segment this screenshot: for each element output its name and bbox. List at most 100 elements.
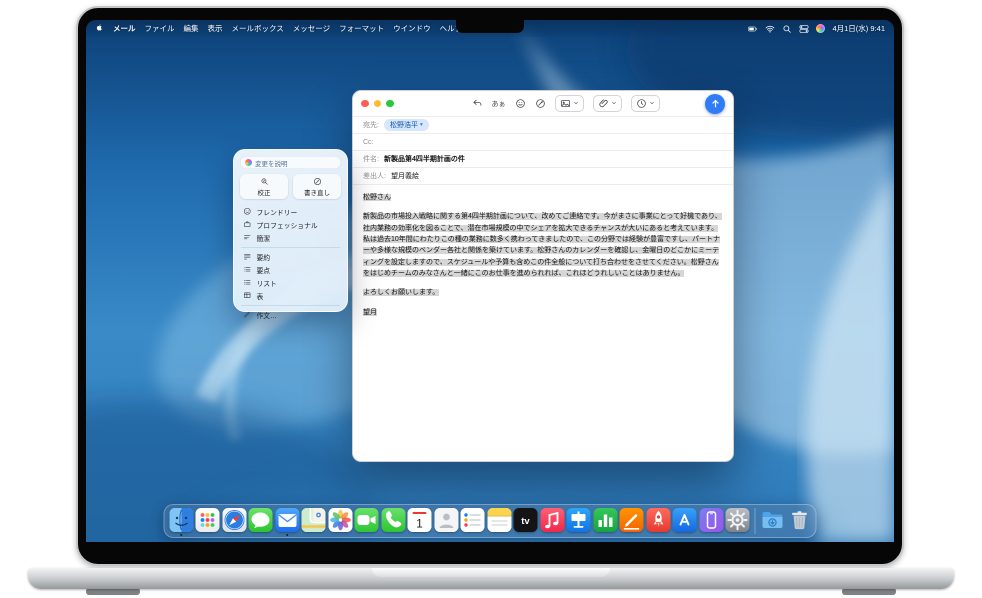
menubar-menu-window[interactable]: ウインドウ	[393, 23, 431, 34]
app-store-icon	[673, 508, 697, 532]
photos-icon	[328, 508, 352, 532]
battery-icon[interactable]	[748, 24, 758, 34]
menu-item-summary[interactable]: 要約	[240, 250, 341, 263]
recipient-pill[interactable]: 松野浩平▾	[384, 119, 429, 131]
apple-intelligence-icon	[245, 159, 252, 166]
macbook-screen: メールファイル編集表示メールボックスメッセージフォーマットウインドウヘルプ 4月…	[86, 20, 894, 542]
field-label-subject: 件名:	[363, 154, 379, 164]
dock-item-phone[interactable]	[381, 506, 406, 536]
send-button[interactable]	[705, 94, 725, 114]
undo-button[interactable]	[472, 98, 483, 109]
menu-item-label: 要点	[257, 265, 271, 275]
describe-change-input[interactable]: 変更を説明	[240, 156, 341, 169]
dock-item-rocket-app[interactable]	[646, 506, 671, 536]
writing-tools-button[interactable]	[535, 98, 546, 109]
apple-menu-icon[interactable]	[95, 22, 104, 35]
running-indicator-dot	[180, 534, 183, 537]
menu-item-list[interactable]: リスト	[240, 276, 341, 289]
dock-item-launchpad[interactable]	[195, 506, 220, 536]
dock-item-music[interactable]	[540, 506, 565, 536]
field-label-cc: Cc:	[363, 139, 374, 146]
dock-item-trash[interactable]	[787, 506, 812, 536]
menu-bar-clock[interactable]: 4月1日(水) 9:41	[832, 23, 885, 34]
writing-tools-popup: 変更を説明 校正書き直し フレンドリープロフェッショナル簡潔要約要点リスト表作文…	[233, 149, 348, 312]
dock-item-iphone-mirroring[interactable]	[699, 506, 724, 536]
dock-item-messages[interactable]	[248, 506, 273, 536]
iphone-mirroring-icon	[699, 508, 723, 532]
dock-item-pages[interactable]	[619, 506, 644, 536]
dock-item-calendar[interactable]: 1	[407, 506, 432, 536]
dock-item-safari[interactable]	[222, 506, 247, 536]
calendar-icon: 1	[408, 508, 432, 532]
minimize-button[interactable]	[374, 100, 382, 108]
dock-item-downloads[interactable]	[760, 506, 785, 536]
menu-item-professional[interactable]: プロフェッショナル	[240, 218, 341, 231]
menubar-menu-view[interactable]: 表示	[208, 23, 223, 34]
chevron-down-icon	[649, 100, 655, 108]
rewrite-button[interactable]: 書き直し	[293, 174, 341, 199]
proofread-icon	[260, 177, 269, 186]
menu-item-label: リスト	[257, 278, 277, 288]
mail-icon	[275, 508, 299, 532]
siri-icon[interactable]	[816, 24, 825, 33]
message-body[interactable]: 松野さん新製品の市場投入戦略に関する第4四半期計画について、改めてご連絡です。今…	[353, 185, 733, 461]
menu-item-friendly[interactable]: フレンドリー	[240, 205, 341, 218]
photo-browser-icon	[560, 98, 571, 109]
dock-item-facetime[interactable]	[354, 506, 379, 536]
dock-item-finder[interactable]	[169, 506, 194, 536]
attach-button[interactable]	[593, 95, 622, 112]
friendly-icon	[243, 207, 252, 216]
dock-item-contacts[interactable]	[434, 506, 459, 536]
writing-tools-menu: フレンドリープロフェッショナル簡潔要約要点リスト表作文…	[240, 205, 341, 321]
menu-item-table[interactable]: 表	[240, 289, 341, 302]
dock-item-maps[interactable]	[301, 506, 326, 536]
menu-item-compose[interactable]: 作文…	[240, 308, 341, 321]
field-label-to: 宛先:	[363, 120, 379, 130]
dock-item-notes[interactable]	[487, 506, 512, 536]
dock-item-app-store[interactable]	[672, 506, 697, 536]
send-later-button[interactable]	[631, 95, 660, 112]
dock-item-system-settings[interactable]	[725, 506, 750, 536]
format-button[interactable]: あぁ	[492, 99, 506, 109]
menubar-menu-file[interactable]: ファイル	[145, 23, 175, 34]
field-value-from[interactable]: 望月義絵	[391, 171, 419, 181]
dock-item-numbers[interactable]	[593, 506, 618, 536]
proofread-button[interactable]: 校正	[240, 174, 288, 199]
emoji-button[interactable]	[515, 98, 526, 109]
menubar-menu-mailbox[interactable]: メールボックス	[232, 23, 284, 34]
launchpad-icon	[196, 508, 220, 532]
dock-item-mail[interactable]	[275, 506, 300, 536]
dock-divider	[755, 508, 756, 534]
menubar-menu-format[interactable]: フォーマット	[339, 23, 384, 34]
menubar-menu-mail[interactable]: メール	[113, 23, 136, 34]
menubar-menu-edit[interactable]: 編集	[184, 23, 199, 34]
table-icon	[243, 291, 252, 300]
dock-item-keynote[interactable]	[566, 506, 591, 536]
field-value-subject[interactable]: 新製品第4四半期計画の件	[384, 154, 465, 164]
wifi-icon[interactable]	[765, 24, 775, 34]
menu-item-label: フレンドリー	[257, 207, 298, 217]
menu-bar-status-area: 4月1日(水) 9:41	[748, 23, 885, 34]
concise-icon	[243, 233, 252, 242]
undo-icon	[472, 98, 483, 109]
menu-bar-menus: メールファイル編集表示メールボックスメッセージフォーマットウインドウヘルプ	[113, 23, 462, 34]
body-paragraph: よろしくお願いします。	[363, 287, 723, 298]
dock-item-tv[interactable]: tv	[513, 506, 538, 536]
messages-icon	[249, 508, 273, 532]
rewrite-label: 書き直し	[304, 187, 330, 197]
photo-browser-button[interactable]	[555, 95, 584, 112]
menu-item-concise[interactable]: 簡潔	[240, 231, 341, 244]
writing-tools-icon	[535, 98, 546, 109]
close-button[interactable]	[361, 100, 369, 108]
body-paragraph: 新製品の市場投入戦略に関する第4四半期計画について、改めてご連絡です。今がまさに…	[363, 211, 723, 279]
dock: 1 tv	[164, 504, 817, 538]
control-center-icon[interactable]	[799, 24, 809, 34]
menu-item-key-points[interactable]: 要点	[240, 263, 341, 276]
search-icon[interactable]	[782, 24, 792, 34]
menubar-menu-message[interactable]: メッセージ	[293, 23, 330, 34]
menu-divider	[241, 247, 340, 248]
menu-item-label: 表	[257, 291, 264, 301]
dock-item-reminders[interactable]	[460, 506, 485, 536]
dock-item-photos[interactable]	[328, 506, 353, 536]
zoom-button[interactable]	[386, 100, 394, 108]
